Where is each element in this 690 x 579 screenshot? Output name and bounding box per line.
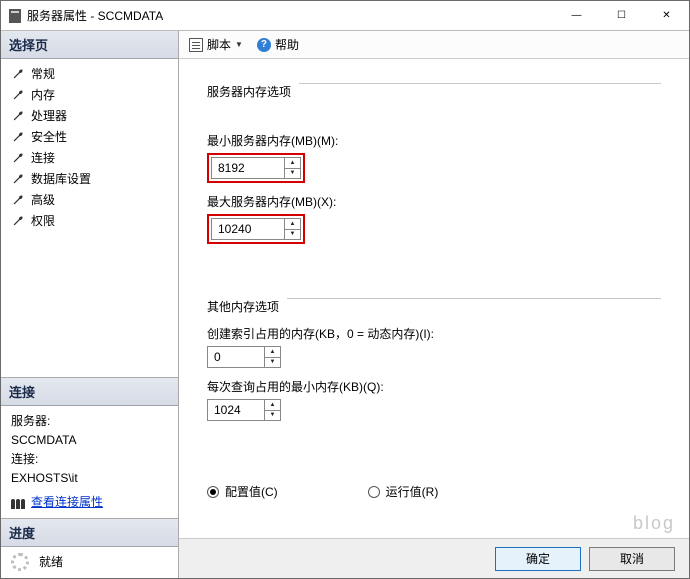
help-icon: ? [257, 38, 271, 52]
max-memory-input[interactable]: ▲▼ [211, 218, 301, 240]
highlight-box: ▲▼ [207, 214, 305, 244]
ok-button[interactable]: 确定 [495, 547, 581, 571]
wrench-icon [11, 214, 25, 228]
script-icon [189, 38, 203, 52]
page-nav: 常规 内存 处理器 安全性 连接 [1, 59, 178, 237]
radio-running-label: 运行值(R) [386, 483, 439, 500]
query-memory-value[interactable] [208, 400, 264, 420]
spin-down-icon[interactable]: ▼ [265, 411, 280, 421]
radio-icon [207, 486, 219, 498]
chevron-down-icon: ▼ [235, 40, 243, 49]
spin-down-icon[interactable]: ▼ [265, 358, 280, 368]
min-memory-input[interactable]: ▲▼ [211, 157, 301, 179]
index-memory-value[interactable] [208, 347, 264, 367]
nav-database-settings[interactable]: 数据库设置 [1, 168, 178, 189]
server-icon [9, 9, 21, 23]
nav-label: 高级 [31, 191, 55, 208]
group-other-memory: 其他内存选项 [207, 298, 287, 315]
spin-down-icon[interactable]: ▼ [285, 169, 300, 179]
radio-icon [368, 486, 380, 498]
min-memory-value[interactable] [212, 158, 284, 178]
nav-processors[interactable]: 处理器 [1, 105, 178, 126]
script-label: 脚本 [207, 36, 231, 53]
index-memory-input[interactable]: ▲▼ [207, 346, 281, 368]
dialog-window: 服务器属性 - SCCMDATA — ☐ ✕ 选择页 常规 内存 处 [0, 0, 690, 579]
nav-label: 连接 [31, 149, 55, 166]
group-server-memory: 服务器内存选项 [207, 83, 299, 100]
spin-up-icon[interactable]: ▲ [265, 400, 280, 411]
wrench-icon [11, 109, 25, 123]
server-label: 服务器: [11, 412, 168, 431]
nav-label: 内存 [31, 86, 55, 103]
nav-permissions[interactable]: 权限 [1, 210, 178, 231]
radio-running[interactable]: 运行值(R) [368, 483, 439, 500]
sidebar: 选择页 常规 内存 处理器 安全性 [1, 31, 179, 578]
max-memory-label: 最大服务器内存(MB)(X): [207, 193, 661, 210]
connection-label: 连接: [11, 450, 168, 469]
footer: 确定 取消 [179, 538, 689, 578]
nav-label: 常规 [31, 65, 55, 82]
view-connection-properties-link[interactable]: 查看连接属性 [31, 493, 103, 512]
wrench-icon [11, 67, 25, 81]
highlight-box: ▲▼ [207, 153, 305, 183]
max-memory-value[interactable] [212, 219, 284, 239]
nav-advanced[interactable]: 高级 [1, 189, 178, 210]
query-memory-label: 每次查询占用的最小内存(KB)(Q): [207, 378, 661, 395]
progress-status: 就绪 [39, 553, 63, 572]
min-memory-label: 最小服务器内存(MB)(M): [207, 132, 661, 149]
progress-header: 进度 [1, 519, 178, 547]
spin-up-icon[interactable]: ▲ [285, 219, 300, 230]
nav-label: 数据库设置 [31, 170, 91, 187]
nav-security[interactable]: 安全性 [1, 126, 178, 147]
nav-label: 安全性 [31, 128, 67, 145]
nav-label: 处理器 [31, 107, 67, 124]
people-icon [11, 495, 25, 509]
maximize-button[interactable]: ☐ [599, 1, 644, 31]
nav-connections[interactable]: 连接 [1, 147, 178, 168]
wrench-icon [11, 151, 25, 165]
wrench-icon [11, 193, 25, 207]
server-value: SCCMDATA [11, 431, 168, 450]
progress-spinner-icon [11, 553, 29, 571]
wrench-icon [11, 172, 25, 186]
window-title: 服务器属性 - SCCMDATA [27, 7, 163, 24]
nav-label: 权限 [31, 212, 55, 229]
spin-down-icon[interactable]: ▼ [285, 230, 300, 240]
content-area: 服务器内存选项 最小服务器内存(MB)(M): ▲▼ 最大服务器内存(MB)(X… [179, 59, 689, 538]
radio-configured[interactable]: 配置值(C) [207, 483, 278, 500]
query-memory-input[interactable]: ▲▼ [207, 399, 281, 421]
spin-up-icon[interactable]: ▲ [265, 347, 280, 358]
script-dropdown[interactable]: 脚本 ▼ [189, 36, 243, 53]
help-button[interactable]: ? 帮助 [257, 36, 299, 53]
nav-memory[interactable]: 内存 [1, 84, 178, 105]
connection-header: 连接 [1, 378, 178, 406]
wrench-icon [11, 88, 25, 102]
connection-value: EXHOSTS\it [11, 469, 168, 488]
close-button[interactable]: ✕ [644, 1, 689, 31]
titlebar: 服务器属性 - SCCMDATA — ☐ ✕ [1, 1, 689, 31]
minimize-button[interactable]: — [554, 1, 599, 31]
index-memory-label: 创建索引占用的内存(KB，0 = 动态内存)(I): [207, 325, 661, 342]
select-page-header: 选择页 [1, 31, 178, 59]
wrench-icon [11, 130, 25, 144]
radio-configured-label: 配置值(C) [225, 483, 278, 500]
cancel-button[interactable]: 取消 [589, 547, 675, 571]
help-label: 帮助 [275, 36, 299, 53]
spin-up-icon[interactable]: ▲ [285, 158, 300, 169]
toolbar: 脚本 ▼ ? 帮助 [179, 31, 689, 59]
nav-general[interactable]: 常规 [1, 63, 178, 84]
